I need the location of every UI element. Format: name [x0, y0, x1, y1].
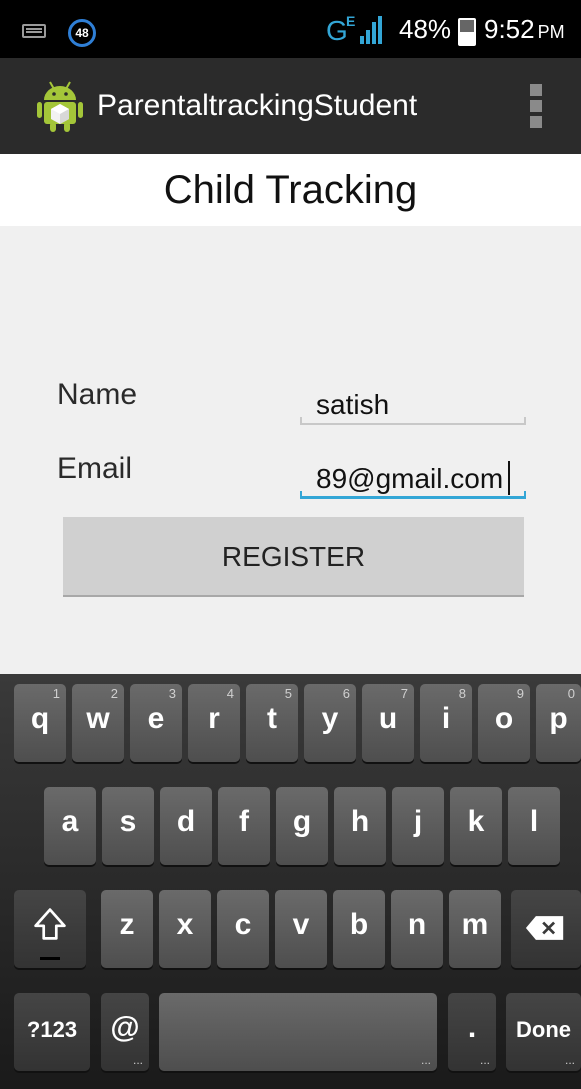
soft-keyboard: 1q 2w 3e 4r 5t 6y 7u 8i 9o 0p a s d f g …: [0, 674, 581, 1089]
key-w[interactable]: 2w: [72, 684, 124, 762]
register-button[interactable]: REGISTER: [63, 517, 524, 597]
email-field[interactable]: 89@gmail.com: [300, 457, 526, 499]
text-cursor: [508, 461, 510, 495]
notification-badge: 48: [68, 19, 96, 47]
key-m[interactable]: m: [449, 890, 501, 968]
key-c[interactable]: c: [217, 890, 269, 968]
form-area: [0, 226, 581, 674]
key-h[interactable]: h: [334, 787, 386, 865]
shift-key[interactable]: [14, 890, 86, 968]
key-u[interactable]: 7u: [362, 684, 414, 762]
key-x[interactable]: x: [159, 890, 211, 968]
page-title: Child Tracking: [163, 168, 418, 212]
key-f[interactable]: f: [218, 787, 270, 865]
clock: 9:52 PM: [484, 14, 565, 45]
key-r[interactable]: 4r: [188, 684, 240, 762]
key-b[interactable]: b: [333, 890, 385, 968]
done-key[interactable]: Done...: [506, 993, 581, 1071]
key-k[interactable]: k: [450, 787, 502, 865]
backspace-key[interactable]: [511, 890, 581, 968]
key-period[interactable]: ....: [448, 993, 496, 1071]
key-z[interactable]: z: [101, 890, 153, 968]
clock-time: 9:52: [484, 14, 535, 44]
backspace-icon: [525, 916, 564, 940]
key-s[interactable]: s: [102, 787, 154, 865]
key-e[interactable]: 3e: [130, 684, 182, 762]
battery-percent: 48%: [399, 14, 452, 44]
key-j[interactable]: j: [392, 787, 444, 865]
key-v[interactable]: v: [275, 890, 327, 968]
app-title: ParentaltrackingStudent: [97, 89, 418, 122]
name-label: Name: [57, 378, 138, 411]
key-l[interactable]: l: [508, 787, 560, 865]
key-a[interactable]: a: [44, 787, 96, 865]
network-type: G: [326, 15, 348, 46]
overflow-menu-icon[interactable]: [528, 84, 544, 132]
network-signal-icon: G E: [326, 14, 382, 46]
action-bar: ParentaltrackingStudent: [0, 58, 581, 156]
email-label: Email: [57, 452, 133, 485]
key-y[interactable]: 6y: [304, 684, 356, 762]
space-key[interactable]: ...: [159, 993, 437, 1071]
name-field-value: satish: [316, 389, 390, 420]
key-g[interactable]: g: [276, 787, 328, 865]
keyboard-notification-icon: [22, 24, 46, 38]
shift-icon: [34, 908, 66, 940]
key-t[interactable]: 5t: [246, 684, 298, 762]
network-subtype: E: [346, 14, 355, 29]
key-o[interactable]: 9o: [478, 684, 530, 762]
key-at[interactable]: @...: [101, 993, 149, 1071]
email-field-value: 89@gmail.com: [316, 463, 504, 494]
key-p[interactable]: 0p: [536, 684, 581, 762]
clock-ampm: PM: [537, 22, 565, 42]
key-d[interactable]: d: [160, 787, 212, 865]
key-i[interactable]: 8i: [420, 684, 472, 762]
android-icon[interactable]: [36, 78, 84, 134]
status-bar: 48 G E 48% 9:52 PM: [0, 0, 581, 58]
symbols-key[interactable]: ?123: [14, 993, 90, 1071]
key-n[interactable]: n: [391, 890, 443, 968]
battery-icon: [458, 18, 476, 46]
name-field[interactable]: satish: [300, 383, 526, 425]
key-q[interactable]: 1q: [14, 684, 66, 762]
